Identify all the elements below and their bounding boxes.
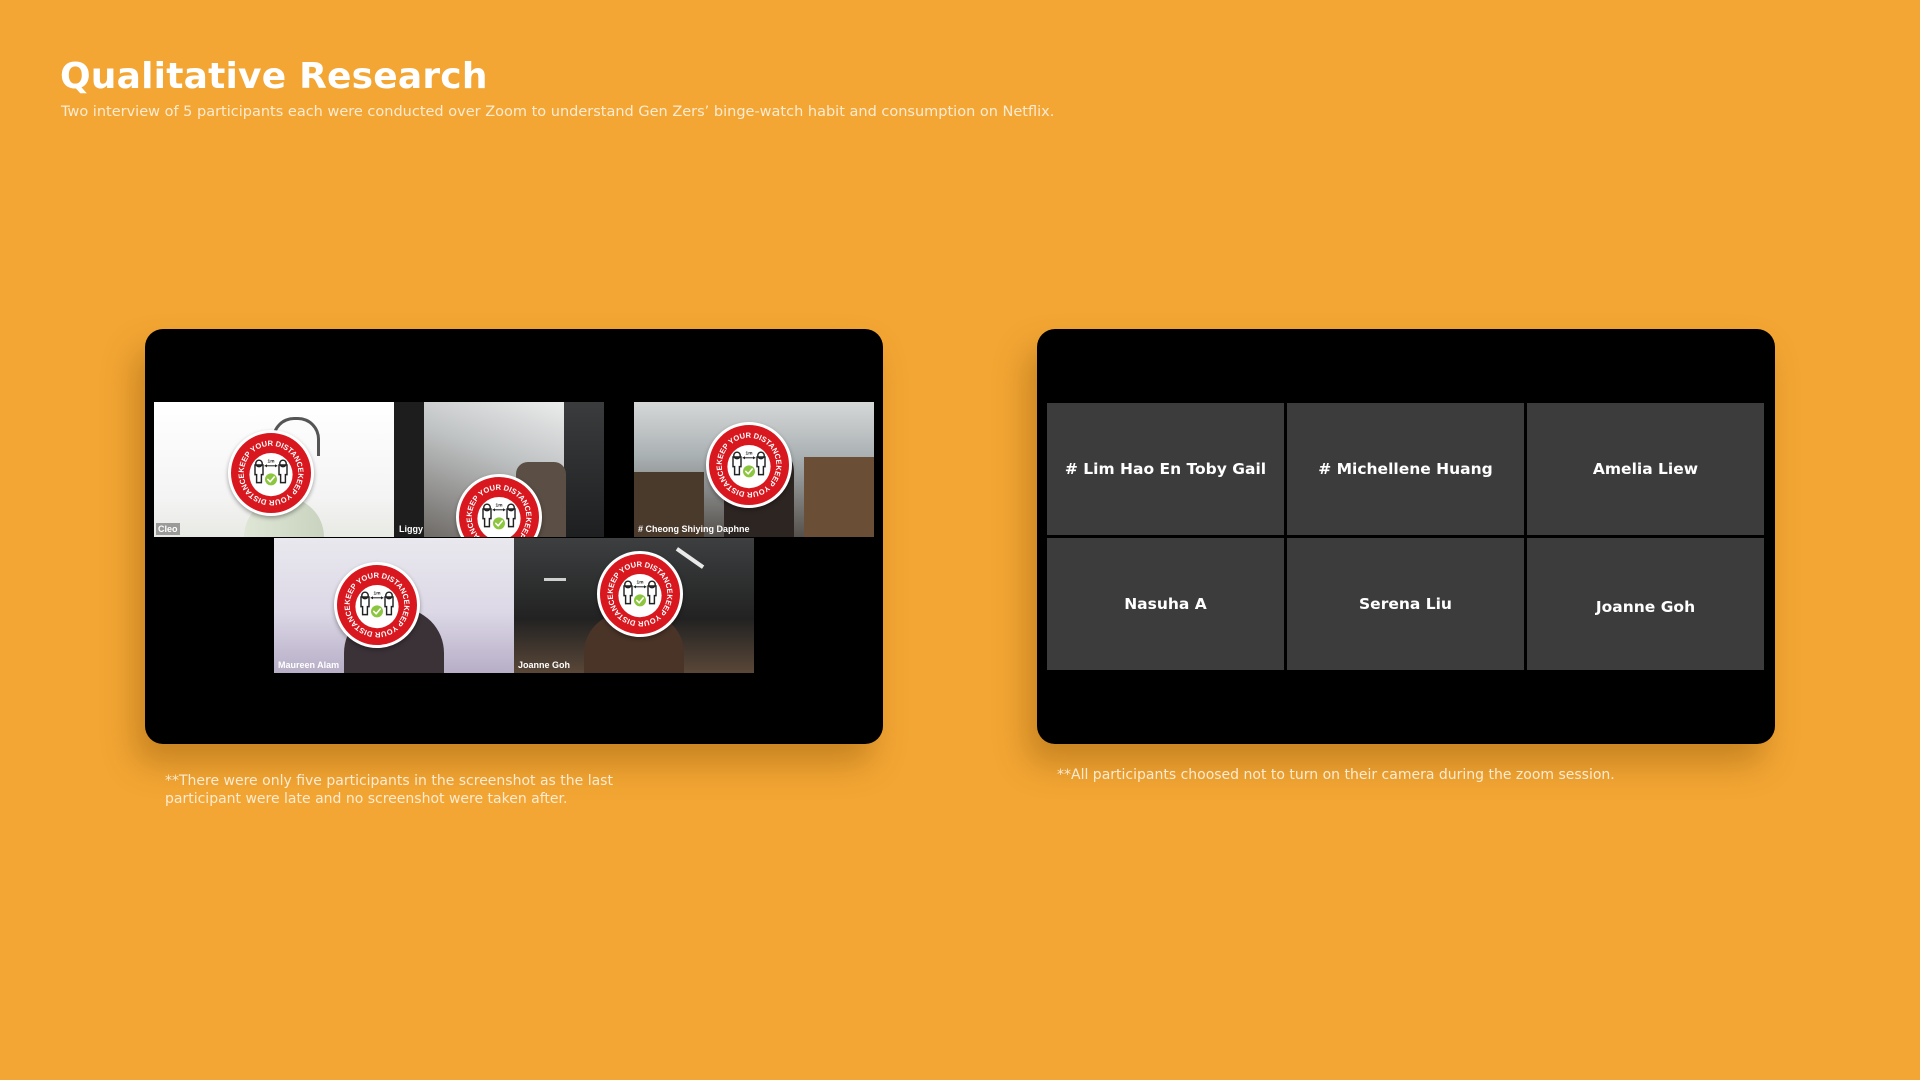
video-tile-divider [394, 402, 424, 537]
participant-name: # Cheong Shiying Daphne [638, 524, 750, 534]
participant-tile: # Michellene Huang [1287, 403, 1524, 535]
participant-name: Maureen Alam [278, 660, 340, 670]
participant-tile: Joanne Goh [1527, 538, 1764, 670]
participant-name: Joanne Goh [1595, 598, 1696, 616]
page-title: Qualitative Research [60, 56, 488, 97]
check-icon [265, 473, 277, 486]
participant-name: # Michellene Huang [1318, 460, 1493, 478]
participant-tile: Serena Liu [1287, 538, 1524, 670]
video-tile-cleo: KEEP YOUR DISTANCE KEEP YOUR DISTANCE 1m… [154, 402, 394, 537]
check-icon [493, 517, 505, 530]
keep-distance-sticker-icon: KEEP YOUR DISTANCE KEEP YOUR DISTANCE 1m [228, 430, 314, 516]
svg-text:1m: 1m [637, 580, 644, 586]
video-tile-liggy: KEEP YOUR DISTANCE KEEP YOUR DISTANCE 1m [424, 402, 604, 537]
check-icon [634, 594, 646, 607]
page-subtitle: Two interview of 5 participants each wer… [61, 104, 1055, 120]
zoom-screenshot-cameras-off: # Lim Hao En Toby Gail # Michellene Huan… [1037, 329, 1775, 744]
participant-tile: # Lim Hao En Toby Gail [1047, 403, 1284, 535]
check-icon [743, 465, 755, 478]
participant-name: # Lim Hao En Toby Gail [1064, 460, 1267, 478]
keep-distance-sticker-icon: KEEP YOUR DISTANCE KEEP YOUR DISTANCE 1m [706, 422, 792, 508]
keep-distance-sticker-icon: KEEP YOUR DISTANCE KEEP YOUR DISTANCE 1m [456, 474, 542, 537]
participant-tile: Amelia Liew [1527, 403, 1764, 535]
video-tile-maureen-alam: KEEP YOUR DISTANCE KEEP YOUR DISTANCE 1m… [274, 538, 514, 673]
participant-name: Nasuha A [1124, 595, 1207, 613]
keep-distance-sticker-icon: KEEP YOUR DISTANCE KEEP YOUR DISTANCE 1m [334, 562, 420, 648]
svg-text:1m: 1m [374, 591, 381, 597]
participant-name: Cleo [156, 523, 180, 535]
participant-name: Liggy [399, 524, 423, 534]
keep-distance-sticker-icon: KEEP YOUR DISTANCE KEEP YOUR DISTANCE 1m [597, 551, 683, 637]
zoom-screenshot-cameras-on: KEEP YOUR DISTANCE KEEP YOUR DISTANCE 1m… [145, 329, 883, 744]
right-footnote: **All participants choosed not to turn o… [1057, 767, 1615, 783]
left-footnote: **There were only five participants in t… [165, 773, 613, 807]
svg-text:1m: 1m [496, 503, 503, 509]
video-tile-joanne-goh: KEEP YOUR DISTANCE KEEP YOUR DISTANCE 1m… [514, 538, 754, 673]
participant-tile: Nasuha A [1047, 538, 1284, 670]
participant-name: Amelia Liew [1592, 460, 1699, 478]
participant-name: Serena Liu [1359, 595, 1452, 613]
participant-name: Joanne Goh [518, 660, 571, 670]
svg-text:1m: 1m [746, 451, 753, 457]
svg-text:1m: 1m [268, 459, 275, 465]
check-icon [371, 605, 383, 618]
video-tile-cheong-shiying-daphne: KEEP YOUR DISTANCE KEEP YOUR DISTANCE 1m… [634, 402, 874, 537]
